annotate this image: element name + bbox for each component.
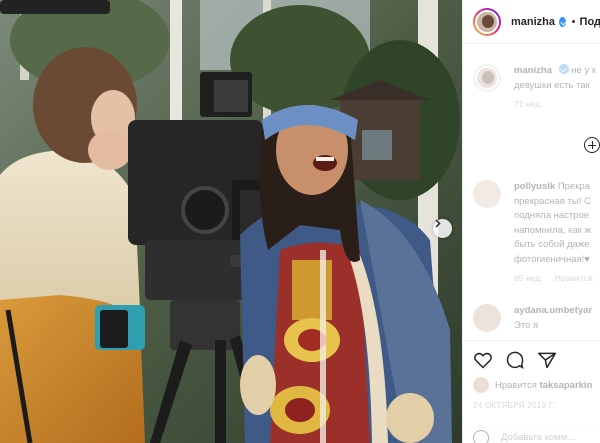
post-photo[interactable] xyxy=(0,0,462,443)
chevron-right-icon xyxy=(435,219,441,228)
author-username[interactable]: manizha xyxy=(511,16,555,28)
post-actions: Нравится taksaparkin 24 ОКТЯБРЯ 2019 Г. xyxy=(463,340,600,443)
add-comment-bar xyxy=(463,427,600,443)
comment-text: pollyusik Прекра прекрасная ты! С поднял… xyxy=(514,180,591,267)
caption-line-1: не у к xyxy=(571,65,597,76)
liker-avatar[interactable] xyxy=(473,377,489,393)
like-button[interactable] xyxy=(473,350,493,370)
comment-username[interactable]: aydana.umbetyar xyxy=(514,305,592,316)
comment: aydana.umbetyar Это я xyxy=(473,304,600,333)
post-date[interactable]: 24 ОКТЯБРЯ 2019 Г. xyxy=(473,401,555,410)
comment-likes-link[interactable]: Нравится: xyxy=(555,273,595,283)
comment-line: Это я xyxy=(514,319,539,331)
photo-illustration xyxy=(0,0,462,443)
instagram-post-view: manizha • Под manizha не у к девушки ест… xyxy=(0,0,600,443)
commenter-avatar[interactable] xyxy=(473,304,501,332)
comment-time[interactable]: 65 нед. xyxy=(514,273,542,283)
caption-text: manizha не у к девушки есть так xyxy=(514,64,596,93)
paper-plane-icon xyxy=(537,352,557,369)
verified-badge-icon xyxy=(558,64,569,74)
caption-avatar[interactable] xyxy=(473,64,501,92)
next-photo-button[interactable] xyxy=(433,219,452,238)
comment-button[interactable] xyxy=(505,350,525,370)
likes-prefix: Нравится xyxy=(495,379,537,391)
speech-bubble-icon xyxy=(506,351,524,370)
comment-line: фотогиеничная!♥ xyxy=(514,253,590,265)
caption-line-2: девушки есть так xyxy=(514,79,590,91)
caption-username[interactable]: manizha xyxy=(514,65,552,76)
comment-line: подняла настрое xyxy=(514,210,590,221)
comment-username[interactable]: pollyusik xyxy=(514,181,555,192)
post-caption: manizha не у к девушки есть так 71 нед. xyxy=(473,64,600,109)
heart-icon xyxy=(474,352,492,369)
separator-dot: • xyxy=(571,15,576,28)
post-header: manizha • Под xyxy=(463,0,600,44)
caption-time[interactable]: 71 нед. xyxy=(514,99,542,109)
comment-line: быть собой даже xyxy=(514,239,590,250)
verified-badge-icon xyxy=(559,16,566,27)
post-side-panel: manizha • Под manizha не у к девушки ест… xyxy=(462,0,600,443)
comment-line: напомнила, как ж xyxy=(514,224,591,236)
comment: pollyusik Прекра прекрасная ты! С поднял… xyxy=(473,180,600,283)
likes-summary: Нравится taksaparkin xyxy=(473,377,592,393)
author-avatar[interactable] xyxy=(473,7,501,36)
liker-username[interactable]: taksaparkin xyxy=(540,380,593,391)
load-more-comments-icon[interactable] xyxy=(584,137,600,153)
comment-text: aydana.umbetyar Это я xyxy=(514,304,592,333)
add-comment-input[interactable] xyxy=(501,432,591,443)
comment-line: прекрасная ты! С xyxy=(514,195,591,207)
follow-button[interactable]: Под xyxy=(580,16,600,28)
share-button[interactable] xyxy=(537,350,557,370)
commenter-avatar[interactable] xyxy=(473,180,501,208)
comment-line: Прекра xyxy=(557,181,590,192)
emoji-icon[interactable] xyxy=(473,429,489,443)
